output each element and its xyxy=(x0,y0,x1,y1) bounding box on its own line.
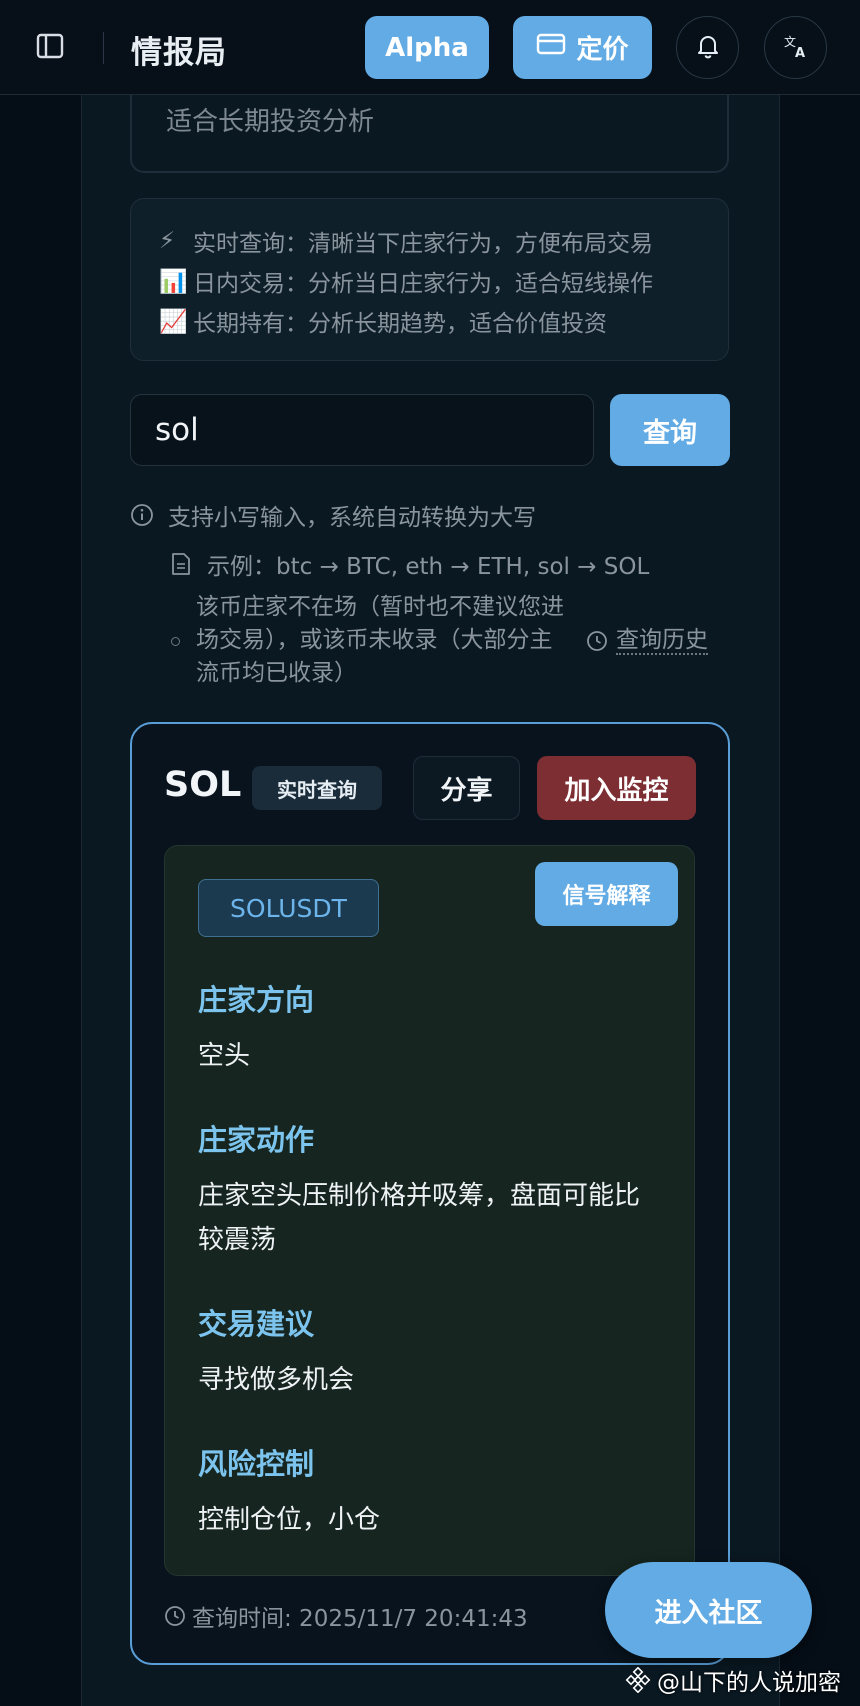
mode-info-text: 长期持有：分析长期趋势，适合价值投资 xyxy=(193,311,607,337)
section-title-advice: 交易建议 xyxy=(198,1307,315,1341)
signal-explain-label: 信号解释 xyxy=(562,884,651,909)
mode-description: 适合长期投资分析 xyxy=(166,107,375,137)
top-bar: 情报局 Alpha 定价 文 A xyxy=(0,0,860,95)
coin-status-message: 该币庄家不在场（暂时也不建议您进场交易），或该币未收录（大部分主流币均已收录） xyxy=(196,594,564,686)
lightning-icon: ⚡ xyxy=(159,228,176,254)
section-body-direction: 空头 xyxy=(198,1041,251,1071)
share-button[interactable]: 分享 xyxy=(413,756,520,820)
section-body-risk: 控制仓位，小仓 xyxy=(198,1505,381,1535)
share-button-label: 分享 xyxy=(440,775,493,806)
language-button[interactable]: 文 A xyxy=(764,16,827,79)
query-time-text: 查询时间: 2025/11/7 20:41:43 xyxy=(192,1606,528,1632)
pricing-button[interactable]: 定价 xyxy=(513,16,652,79)
document-icon xyxy=(171,552,191,576)
signal-explain-button[interactable]: 信号解释 xyxy=(535,862,678,926)
section-body-advice: 寻找做多机会 xyxy=(198,1365,355,1395)
mode-info-longterm: 📈 长期持有：分析长期趋势，适合价值投资 xyxy=(159,301,728,341)
status-dot-icon xyxy=(171,637,180,646)
pricing-button-label: 定价 xyxy=(576,35,629,65)
translate-icon: 文 A xyxy=(782,32,810,64)
trading-pair-badge: SOLUSDT xyxy=(198,879,379,937)
section-title-direction: 庄家方向 xyxy=(198,983,315,1017)
query-timestamp: 查询时间: 2025/11/7 20:41:43 xyxy=(164,1599,528,1633)
bar-chart-icon: 📊 xyxy=(159,268,188,295)
header-divider xyxy=(103,32,104,64)
trend-up-icon: 📈 xyxy=(159,308,188,335)
coin-search-input[interactable] xyxy=(130,394,594,466)
add-to-watch-button[interactable]: 加入监控 xyxy=(537,756,696,820)
sidebar-toggle-button[interactable] xyxy=(30,28,70,68)
join-community-label: 进入社区 xyxy=(654,1597,763,1629)
example-hint: 示例：btc → BTC, eth → ETH, sol → SOL xyxy=(171,547,649,581)
alpha-button[interactable]: Alpha xyxy=(365,16,489,79)
search-button-label: 查询 xyxy=(643,417,697,449)
example-hint-text: 示例：btc → BTC, eth → ETH, sol → SOL xyxy=(207,554,650,580)
lowercase-hint-text: 支持小写输入，系统自动转换为大写 xyxy=(168,505,536,531)
alpha-button-label: Alpha xyxy=(385,32,469,63)
sidebar-panel-icon xyxy=(35,31,65,65)
credit-card-icon xyxy=(536,32,566,63)
section-body-action: 庄家空头压制价格并吸筹，盘面可能比较震荡 xyxy=(198,1181,641,1255)
mode-info-realtime: ⚡ 实时查询：清晰当下庄家行为，方便布局交易 xyxy=(159,221,728,261)
binance-logo-icon xyxy=(625,1667,651,1693)
notifications-button[interactable] xyxy=(676,16,739,79)
query-mode-badge: 实时查询 xyxy=(252,766,382,810)
watermark: @山下的人说加密 xyxy=(625,1663,841,1697)
svg-text:A: A xyxy=(795,46,805,60)
bell-icon xyxy=(696,33,720,63)
section-title-risk: 风险控制 xyxy=(198,1447,315,1481)
info-icon xyxy=(130,503,154,527)
query-history-label: 查询历史 xyxy=(616,627,708,655)
clock-icon xyxy=(586,630,608,652)
lowercase-hint: 支持小写输入，系统自动转换为大写 xyxy=(130,498,536,532)
search-button[interactable]: 查询 xyxy=(610,394,730,466)
mode-info-intraday: 📊 日内交易：分析当日庄家行为，适合短线操作 xyxy=(159,261,728,301)
add-to-watch-label: 加入监控 xyxy=(564,775,669,806)
mode-info-text: 实时查询：清晰当下庄家行为，方便布局交易 xyxy=(193,231,653,257)
join-community-button[interactable]: 进入社区 xyxy=(605,1562,812,1658)
clock-icon xyxy=(164,1605,186,1627)
query-modes-info: ⚡ 实时查询：清晰当下庄家行为，方便布局交易 📊 日内交易：分析当日庄家行为，适… xyxy=(130,198,729,361)
watermark-text: @山下的人说加密 xyxy=(657,1670,841,1696)
query-history-link[interactable]: 查询历史 xyxy=(586,627,708,655)
result-symbol: SOL xyxy=(164,765,242,805)
mode-info-text: 日内交易：分析当日庄家行为，适合短线操作 xyxy=(193,271,653,297)
section-title-action: 庄家动作 xyxy=(198,1123,315,1157)
app-title: 情报局 xyxy=(131,35,227,71)
